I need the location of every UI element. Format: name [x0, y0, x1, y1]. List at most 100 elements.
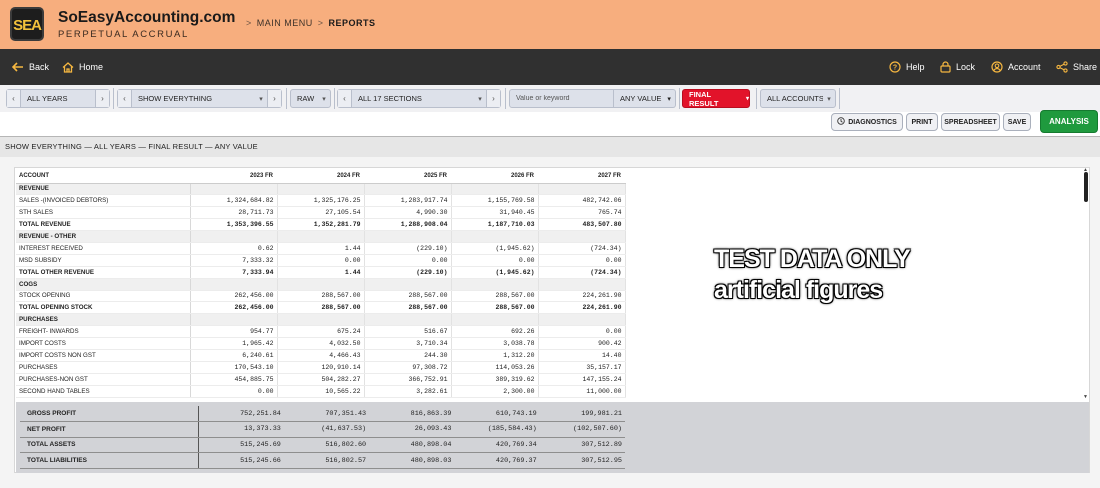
- value-filter-value: ANY VALUE: [620, 94, 662, 103]
- table-row[interactable]: PURCHASES-NON GST 454,885.75 504,282.27 366…: [16, 373, 626, 386]
- amount-cell: 262,456.00: [190, 301, 278, 315]
- amount-cell: [538, 183, 626, 196]
- brand-name: SoEasyAccounting.com: [58, 9, 236, 26]
- watermark-line-1: TEST DATA ONLY: [714, 245, 911, 273]
- table-row[interactable]: MSD SUBSIDY 7,333.32 0.00 0.00 0.00 0.00: [16, 254, 626, 267]
- amount-cell: 1,283,917.74: [364, 194, 452, 208]
- years-select[interactable]: ‹ ALL YEARS ›: [6, 89, 110, 108]
- account-button[interactable]: Account: [991, 49, 1041, 85]
- account-cell: IMPORT COSTS NON GST: [16, 349, 191, 362]
- chevron-down-icon: ▾: [827, 95, 831, 103]
- column-header[interactable]: 2024 FR: [277, 169, 364, 184]
- back-button[interactable]: Back: [12, 49, 49, 85]
- analysis-button[interactable]: ANALYSIS: [1040, 110, 1098, 133]
- prev-show-arrow[interactable]: ‹: [118, 90, 132, 107]
- amount-cell: 288,567.00: [451, 290, 539, 303]
- amount-cell: 14.40: [538, 349, 626, 362]
- amount-cell: 7,333.32: [190, 254, 278, 267]
- amount-cell: [538, 313, 626, 327]
- amount-cell: 1,288,908.04: [364, 218, 452, 232]
- amount-cell: 1,187,710.03: [451, 218, 539, 232]
- table-row[interactable]: PURCHASES 170,543.10 120,910.14 97,308.72 11…: [16, 361, 626, 374]
- totals-value: 515,245.66: [198, 452, 284, 469]
- table-row[interactable]: FREIGHT- INWARDS 954.77 675.24 516.67 692.26…: [16, 325, 626, 339]
- amount-cell: 3,282.61: [364, 385, 452, 398]
- column-header[interactable]: 2023 FR: [190, 169, 277, 184]
- totals-value: 480,898.03: [369, 452, 455, 469]
- section-row[interactable]: REVENUE: [16, 183, 626, 196]
- totals-value: 752,251.84: [198, 406, 284, 423]
- back-label: Back: [29, 62, 50, 72]
- totals-value: 199,981.21: [539, 406, 625, 423]
- column-header[interactable]: 2027 FR: [538, 169, 625, 184]
- totals-value: (185,584.43): [454, 421, 540, 438]
- column-header[interactable]: 2026 FR: [451, 169, 538, 184]
- next-section-arrow[interactable]: ›: [486, 90, 500, 107]
- table-row[interactable]: IMPORT COSTS NON GST 6,240.61 4,466.43 244.…: [16, 349, 626, 362]
- column-header[interactable]: 2025 FR: [364, 169, 451, 184]
- amount-cell: (1,945.62): [451, 266, 539, 279]
- amount-cell: 224,261.90: [538, 290, 626, 303]
- lock-icon: [940, 61, 951, 73]
- amount-cell: 4,466.43: [277, 349, 365, 362]
- total-row[interactable]: TOTAL OTHER REVENUE 7,333.94 1.44 (229.10)(…: [16, 266, 626, 279]
- section-row[interactable]: REVENUE - OTHER: [16, 230, 626, 243]
- table-row[interactable]: SECOND HAND TABLES 0.00 10,565.22 3,282.61 2…: [16, 385, 626, 398]
- save-button[interactable]: SAVE: [1003, 113, 1031, 131]
- totals-value: 610,743.19: [454, 406, 540, 423]
- table-row[interactable]: IMPORT COSTS 1,965.42 4,032.50 3,710.34 3,03…: [16, 337, 626, 350]
- totals-value: (41,637.53): [283, 421, 370, 438]
- print-button[interactable]: PRINT: [906, 113, 938, 131]
- account-cell: PURCHASES: [16, 361, 191, 374]
- report-scrollbar[interactable]: [1084, 172, 1088, 202]
- spreadsheet-button[interactable]: SPREADSHEET: [941, 113, 1000, 131]
- total-row[interactable]: TOTAL OPENING STOCK 262,456.00 288,567.00 2…: [16, 301, 626, 315]
- filter-divider: [505, 88, 506, 109]
- share-button[interactable]: Share: [1056, 49, 1097, 85]
- help-button[interactable]: ? Help: [889, 49, 925, 85]
- account-cell: IMPORT COSTS: [16, 337, 191, 350]
- account-cell: PURCHASES-NON GST: [16, 373, 191, 386]
- totals-value: 307,512.95: [539, 452, 625, 469]
- prev-section-arrow[interactable]: ‹: [338, 90, 352, 107]
- amount-cell: 35,157.17: [538, 361, 626, 374]
- mode-select[interactable]: RAW ▾: [290, 89, 331, 108]
- scroll-down-arrow[interactable]: ▼: [1083, 394, 1088, 400]
- accounts-select[interactable]: ALL ACCOUNTS ▾: [760, 89, 836, 108]
- logo[interactable]: SEA: [10, 7, 44, 41]
- column-header[interactable]: ACCOUNT: [16, 169, 190, 184]
- section-row[interactable]: COGS: [16, 278, 626, 291]
- amount-cell: 516.67: [364, 325, 452, 339]
- totals-value: 307,512.89: [539, 437, 625, 454]
- lock-button[interactable]: Lock: [940, 49, 975, 85]
- breadcrumb-main-menu[interactable]: MAIN MENU: [257, 18, 313, 28]
- sections-select[interactable]: ‹ ALL 17 SECTIONS ▾ ›: [337, 89, 501, 108]
- next-show-arrow[interactable]: ›: [267, 90, 281, 107]
- diagnostics-button[interactable]: DIAGNOSTICS: [831, 113, 903, 131]
- result-select[interactable]: FINAL RESULT ▾: [682, 89, 750, 108]
- table-row[interactable]: STH SALES 28,711.73 27,105.54 4,990.30 31,94…: [16, 206, 626, 220]
- table-row[interactable]: SALES -(INVOICED DEBTORS) 1,324,684.82 1,3…: [16, 194, 626, 208]
- breadcrumb: > MAIN MENU > REPORTS: [241, 18, 376, 28]
- amount-cell: [451, 230, 539, 243]
- totals-value: 420,769.37: [454, 452, 540, 469]
- keyword-search-input[interactable]: [509, 89, 614, 108]
- prev-year-arrow[interactable]: ‹: [7, 90, 21, 107]
- amount-cell: [364, 230, 452, 243]
- table-row[interactable]: STOCK OPENING 262,456.00 288,567.00 288,567…: [16, 290, 626, 303]
- account-cell: STH SALES: [16, 206, 191, 220]
- totals-value: 420,769.34: [454, 437, 540, 454]
- total-row[interactable]: TOTAL REVENUE 1,353,396.55 1,352,281.79 1,2…: [16, 218, 626, 232]
- app-header: SEA SoEasyAccounting.com PERPETUAL ACCRU…: [0, 0, 1100, 49]
- help-label: Help: [906, 62, 925, 72]
- amount-cell: 10,565.22: [277, 385, 365, 398]
- value-filter-select[interactable]: ANY VALUE ▾: [614, 89, 676, 108]
- amount-cell: 288,567.00: [364, 290, 452, 303]
- next-year-arrow[interactable]: ›: [95, 90, 109, 107]
- filter-divider: [113, 88, 114, 109]
- section-row[interactable]: PURCHASES: [16, 313, 626, 327]
- totals-row: NET PROFIT 13,373.33 (41,637.53) 26,093.43(…: [20, 421, 625, 438]
- show-select[interactable]: ‹ SHOW EVERYTHING ▾ ›: [117, 89, 282, 108]
- home-button[interactable]: Home: [62, 49, 103, 85]
- table-row[interactable]: INTEREST RECEIVED 0.62 1.44 (229.10) (1,945.…: [16, 242, 626, 255]
